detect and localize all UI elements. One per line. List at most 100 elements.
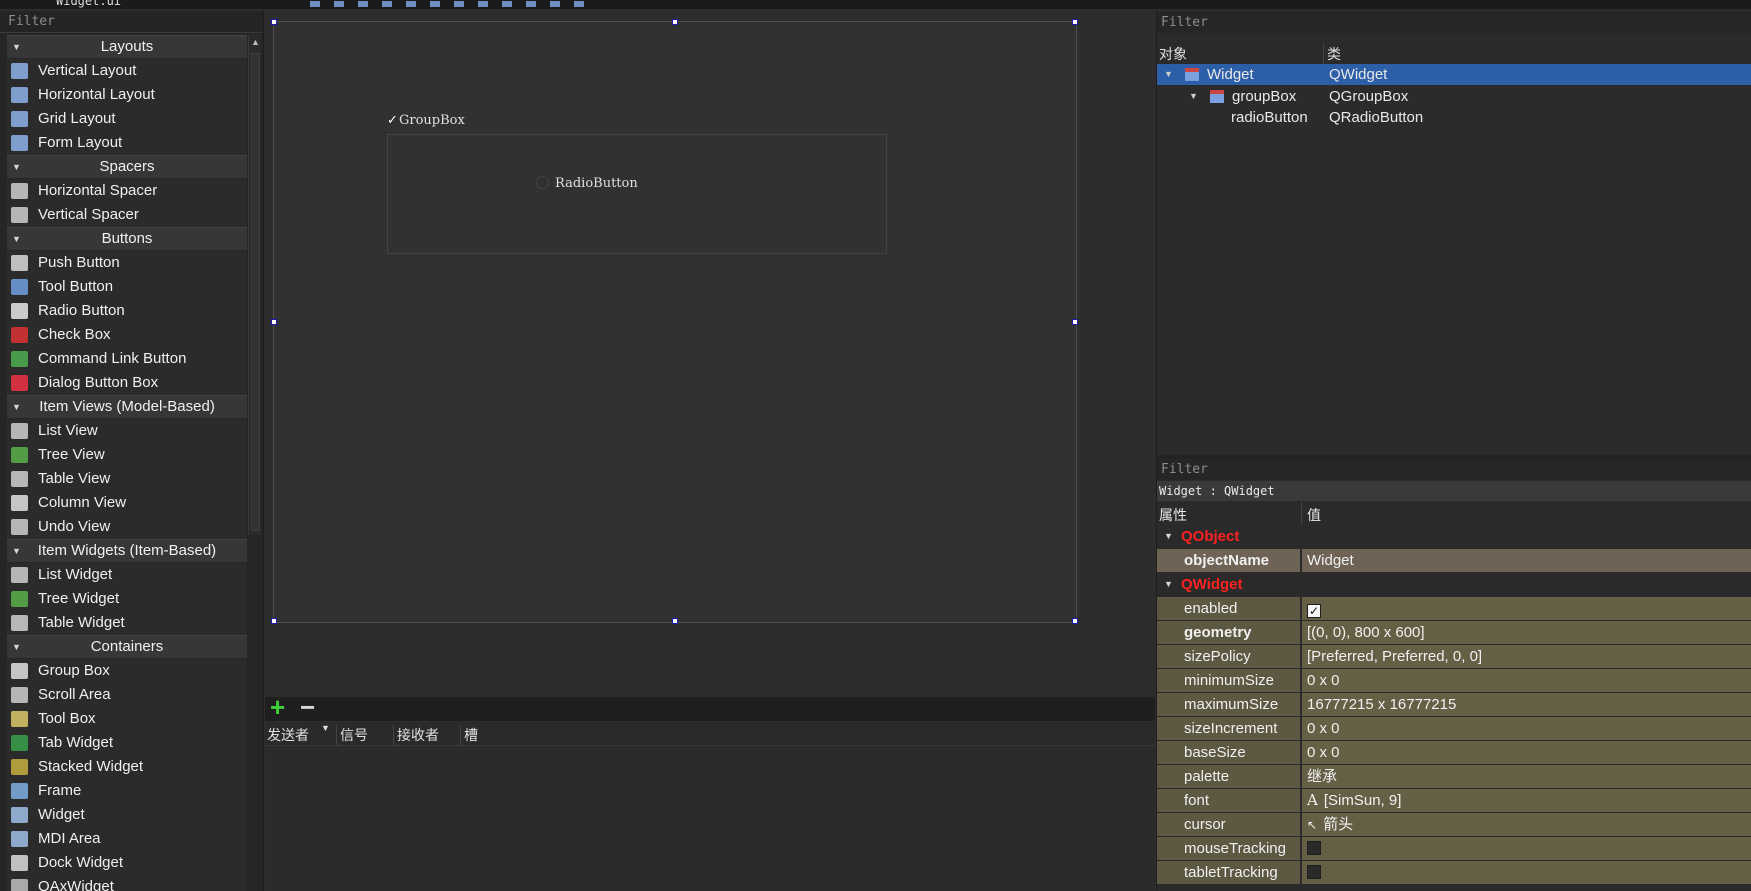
- sort-down-icon[interactable]: ▼: [321, 723, 330, 733]
- property-value[interactable]: 0 x 0: [1302, 717, 1751, 740]
- widget-box-item[interactable]: Radio Button: [7, 299, 247, 323]
- collapse-arrow-icon[interactable]: ▼: [12, 396, 21, 418]
- widget-box-item[interactable]: Command Link Button: [7, 347, 247, 371]
- resize-handle-top-right[interactable]: [1072, 19, 1078, 25]
- column-slot[interactable]: 槽: [462, 725, 522, 745]
- property-row-sizeincrement[interactable]: ▶sizeIncrement0 x 0: [1157, 717, 1751, 741]
- widget-box-item[interactable]: List Widget: [7, 563, 247, 587]
- widget-box-item[interactable]: Tool Box: [7, 707, 247, 731]
- property-value[interactable]: [1302, 837, 1751, 860]
- widget-box-item[interactable]: Grid Layout: [7, 107, 247, 131]
- widget-category[interactable]: ▼ Spacers: [7, 155, 247, 178]
- widget-box-item[interactable]: Push Button: [7, 251, 247, 275]
- scroll-up-arrow-icon[interactable]: ▲: [251, 37, 260, 47]
- widget-box-item[interactable]: MDI Area: [7, 827, 247, 851]
- file-name-combo[interactable]: Widget.ui: [56, 0, 121, 8]
- column-property[interactable]: 属性: [1159, 505, 1291, 525]
- widget-category[interactable]: ▼ Buttons: [7, 227, 247, 250]
- widget-box-item[interactable]: Table View: [7, 467, 247, 491]
- toolbar-icon[interactable]: [478, 1, 488, 7]
- widget-box-item[interactable]: Undo View: [7, 515, 247, 539]
- add-connection-icon[interactable]: +: [270, 692, 285, 723]
- radio-button[interactable]: RadioButton: [536, 176, 638, 191]
- widget-box-item[interactable]: Widget: [7, 803, 247, 827]
- widget-box-item[interactable]: Tree Widget: [7, 587, 247, 611]
- property-value[interactable]: Widget: [1302, 549, 1751, 572]
- toolbar-icon[interactable]: [574, 1, 584, 7]
- groupbox-check-icon[interactable]: ✓: [387, 113, 399, 128]
- resize-handle-top-left[interactable]: [271, 19, 277, 25]
- property-row-geometry[interactable]: ▶geometry[(0, 0), 800 x 600]: [1157, 621, 1751, 645]
- property-value[interactable]: 继承: [1302, 765, 1751, 788]
- property-row-objectname[interactable]: objectName Widget: [1157, 549, 1751, 573]
- property-checkbox[interactable]: [1307, 841, 1321, 855]
- collapse-arrow-icon[interactable]: ▼: [12, 228, 21, 250]
- resize-handle-right[interactable]: [1072, 319, 1078, 325]
- toolbar-icon[interactable]: [454, 1, 464, 7]
- widget-box-item[interactable]: Dialog Button Box: [7, 371, 247, 395]
- toolbar-icon[interactable]: [430, 1, 440, 7]
- property-row-tablettracking[interactable]: tabletTracking: [1157, 861, 1751, 885]
- widget-box-item[interactable]: List View: [7, 419, 247, 443]
- property-row-palette[interactable]: palette 继承: [1157, 765, 1751, 789]
- form-widget[interactable]: ✓GroupBox RadioButton: [271, 19, 1078, 624]
- widget-box-item[interactable]: Stacked Widget: [7, 755, 247, 779]
- column-object[interactable]: 对象: [1159, 44, 1324, 64]
- property-row-font[interactable]: ▶fontA[SimSun, 9]: [1157, 789, 1751, 813]
- column-divider[interactable]: [1301, 502, 1302, 524]
- widget-box-item[interactable]: Vertical Spacer: [7, 203, 247, 227]
- property-row-basesize[interactable]: ▶baseSize0 x 0: [1157, 741, 1751, 765]
- property-value[interactable]: ✓: [1302, 597, 1751, 620]
- widget-box-item[interactable]: Tree View: [7, 443, 247, 467]
- property-value[interactable]: [Preferred, Preferred, 0, 0]: [1302, 645, 1751, 668]
- property-value[interactable]: [1302, 861, 1751, 884]
- expand-arrow-icon[interactable]: ▼: [1164, 64, 1173, 85]
- toolbar-icon[interactable]: [526, 1, 536, 7]
- collapse-arrow-icon[interactable]: ▼: [12, 36, 21, 58]
- radio-circle-icon[interactable]: [536, 176, 549, 189]
- tree-row-groupbox[interactable]: ▼ groupBox QGroupBox: [1157, 86, 1751, 107]
- property-value[interactable]: 0 x 0: [1302, 741, 1751, 764]
- column-sender[interactable]: 发送者 ▼: [265, 723, 337, 745]
- toolbar-icon[interactable]: [382, 1, 392, 7]
- property-row-mousetracking[interactable]: mouseTracking: [1157, 837, 1751, 861]
- toolbar-icon[interactable]: [358, 1, 368, 7]
- property-value[interactable]: ↖ 箭头: [1302, 813, 1751, 836]
- object-inspector-filter-input[interactable]: Filter: [1157, 12, 1751, 33]
- column-receiver[interactable]: 接收者: [395, 725, 461, 745]
- scrollbar-thumb[interactable]: [251, 53, 260, 531]
- column-class[interactable]: 类: [1327, 44, 1341, 64]
- widget-box-item[interactable]: Dock Widget: [7, 851, 247, 875]
- collapse-arrow-icon[interactable]: ▼: [12, 540, 21, 562]
- toolbar-icon[interactable]: [550, 1, 560, 7]
- widget-box-item[interactable]: Tool Button: [7, 275, 247, 299]
- resize-handle-left[interactable]: [271, 319, 277, 325]
- property-group-qobject[interactable]: ▼ QObject: [1157, 525, 1751, 549]
- widget-box-item[interactable]: Column View: [7, 491, 247, 515]
- property-row-enabled[interactable]: enabled ✓: [1157, 597, 1751, 621]
- widget-box-item[interactable]: Horizontal Layout: [7, 83, 247, 107]
- group-box-frame[interactable]: [387, 134, 887, 254]
- column-value[interactable]: 值: [1307, 505, 1321, 525]
- widget-category[interactable]: ▼ Containers: [7, 635, 247, 658]
- resize-handle-bottom[interactable]: [672, 618, 678, 624]
- widget-box-item[interactable]: Group Box: [7, 659, 247, 683]
- tree-row-widget[interactable]: ▼ Widget QWidget: [1157, 64, 1751, 85]
- toolbar-icon[interactable]: [502, 1, 512, 7]
- collapse-arrow-icon[interactable]: ▼: [12, 636, 21, 658]
- property-value[interactable]: [(0, 0), 800 x 600]: [1302, 621, 1751, 644]
- widget-category[interactable]: ▼ Item Views (Model-Based): [7, 395, 247, 418]
- tree-row-radiobutton[interactable]: radioButton QRadioButton: [1157, 107, 1751, 128]
- widget-box-scrollbar[interactable]: ▲: [248, 35, 261, 535]
- widget-box-item[interactable]: Table Widget: [7, 611, 247, 635]
- widget-box-item[interactable]: QAxWidget: [7, 875, 247, 891]
- toolbar-icon[interactable]: [406, 1, 416, 7]
- widget-box-filter-input[interactable]: Filter: [0, 12, 262, 33]
- property-row-sizepolicy[interactable]: ▶sizePolicy[Preferred, Preferred, 0, 0]: [1157, 645, 1751, 669]
- widget-box-item[interactable]: Form Layout: [7, 131, 247, 155]
- signal-slot-list[interactable]: [265, 746, 1155, 891]
- widget-category[interactable]: ▼ Layouts: [7, 35, 247, 58]
- collapse-arrow-icon[interactable]: ▼: [12, 156, 21, 178]
- column-signal[interactable]: 信号: [338, 725, 394, 745]
- property-row-minimumsize[interactable]: ▶minimumSize0 x 0: [1157, 669, 1751, 693]
